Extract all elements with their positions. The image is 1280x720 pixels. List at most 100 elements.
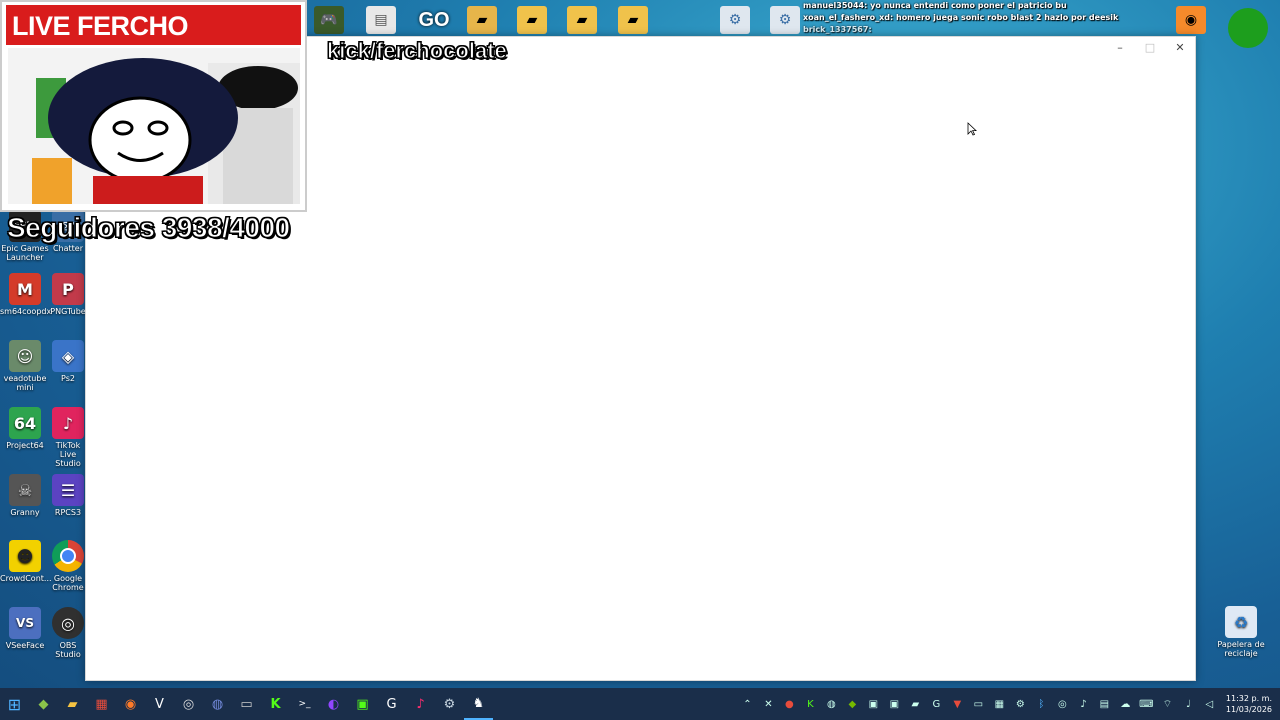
- volume-icon[interactable]: ◁: [1199, 699, 1220, 710]
- app-tray-icon[interactable]: ▣: [863, 699, 884, 710]
- folder-icon[interactable]: ▰: [618, 6, 648, 34]
- maximize-button[interactable]: □: [1135, 37, 1165, 57]
- desktop-icon-chrome[interactable]: Google Chrome: [48, 540, 88, 592]
- minecraft-icon[interactable]: ◆: [29, 688, 58, 720]
- desktop-icon-crowdcontrol[interactable]: ☻ CrowdCont...: [0, 540, 52, 583]
- desktop-icon-label: Epic Games Launcher: [1, 244, 49, 262]
- desktop-icon-recycle-bin[interactable]: ♻ Papelera de reciclaje: [1216, 606, 1266, 658]
- veadotube-icon: ☺: [9, 340, 41, 372]
- reaction-cam-image: [8, 48, 300, 204]
- rpcs3-icon: ☰: [52, 474, 84, 506]
- app-green-icon[interactable]: ▣: [348, 688, 377, 720]
- game-icon[interactable]: 🎮: [314, 6, 344, 34]
- steam-tray-icon[interactable]: ⚙: [1010, 699, 1031, 710]
- desktop-icon-label: CrowdCont...: [0, 574, 52, 583]
- chat-message: xoan_el_fashero_xd: homero juega sonic r…: [803, 13, 1119, 22]
- desktop-icon-veadotube[interactable]: ☺ veadotube mini: [0, 340, 50, 392]
- kick-tray-icon[interactable]: K: [800, 699, 821, 710]
- app-tray-icon[interactable]: ♪: [1073, 699, 1094, 710]
- folder-icon[interactable]: ▰: [517, 6, 547, 34]
- desktop-icon-obs[interactable]: ◎ OBS Studio: [48, 607, 88, 659]
- windows-start-icon[interactable]: ⊞: [0, 688, 29, 720]
- desktop-icon-sm64[interactable]: M sm64coopdx: [0, 273, 52, 316]
- chevron-up-icon[interactable]: ⌃: [737, 699, 758, 710]
- close-button[interactable]: ✕: [1165, 37, 1195, 57]
- desktop-icon-label: VSeeFace: [5, 641, 45, 650]
- desktop-icon-project64[interactable]: 64 Project64: [0, 407, 50, 450]
- pngtube-icon: P: [52, 273, 84, 305]
- discord-tray-icon[interactable]: ◍: [821, 699, 842, 710]
- kick-icon[interactable]: K: [261, 688, 290, 720]
- python-file-icon[interactable]: ⚙: [770, 6, 800, 34]
- folder-icon[interactable]: ▰: [467, 6, 497, 34]
- discord-icon[interactable]: ◍: [203, 688, 232, 720]
- logitech-icon[interactable]: G: [377, 688, 406, 720]
- record-icon[interactable]: ●: [779, 699, 800, 710]
- desktop-icon-label: OBS Studio: [55, 641, 81, 659]
- desktop-icon-label: Granny: [10, 508, 40, 517]
- document-icon[interactable]: ▤: [366, 6, 396, 34]
- window-icon[interactable]: ▭: [232, 688, 261, 720]
- minimize-button[interactable]: –: [1105, 37, 1135, 57]
- folder-icon[interactable]: ▰: [567, 6, 597, 34]
- network-icon[interactable]: ⌔: [1157, 698, 1178, 711]
- twitch-icon[interactable]: ◐: [319, 688, 348, 720]
- desktop-icon-label: Chatter: [52, 244, 84, 253]
- app-tray-icon[interactable]: ☁: [1115, 699, 1136, 710]
- app-tray-icon[interactable]: ▤: [1094, 699, 1115, 710]
- terminal-icon[interactable]: >_: [290, 688, 319, 720]
- app-tray-icon[interactable]: ▭: [968, 699, 989, 710]
- desktop-icon-tiktok[interactable]: ♪ TikTok Live Studio: [48, 407, 88, 468]
- followers-counter: Seguidores 3938/4000: [7, 212, 291, 244]
- desktop-icon-label: TikTok Live Studio: [55, 441, 81, 468]
- chat-message: manuel35044: yo nunca entendi como poner…: [803, 1, 1067, 10]
- chrome-icon: [52, 540, 84, 572]
- app-tray-icon[interactable]: ▼: [947, 699, 968, 710]
- vseeface-icon: VS: [9, 607, 41, 639]
- granny-icon: ☠: [9, 474, 41, 506]
- chat-message: brick_1337567:: [803, 25, 872, 34]
- nvidia-icon[interactable]: ◆: [842, 699, 863, 710]
- tiktok-icon: ♪: [52, 407, 84, 439]
- xbox-icon[interactable]: ✕: [758, 699, 779, 710]
- taskbar-clock[interactable]: 11:32 p. m. 11/03/2026: [1220, 693, 1280, 715]
- app-tray-icon[interactable]: ▦: [989, 699, 1010, 710]
- clock-date: 11/03/2026: [1225, 705, 1272, 714]
- stream-overlay-panel: LIVE FERCHO REACTION: [0, 0, 307, 212]
- active-app-icon[interactable]: ♞: [464, 688, 493, 720]
- app-tray-icon[interactable]: ▣: [884, 699, 905, 710]
- desktop-icon-label: veadotube mini: [3, 374, 47, 392]
- app-icon[interactable]: ▦: [87, 688, 116, 720]
- desktop-icon-rpcs3[interactable]: ☰ RPCS3: [48, 474, 88, 517]
- python-file-icon[interactable]: ⚙: [720, 6, 750, 34]
- desktop-icon-ps2[interactable]: ◈ Ps2: [48, 340, 88, 383]
- go-badge: GO: [418, 8, 450, 31]
- microphone-icon[interactable]: ♩: [1178, 699, 1199, 710]
- desktop-icon-label: sm64coopdx: [0, 307, 52, 316]
- tiktok-icon[interactable]: ♪: [406, 688, 435, 720]
- desktop-icon-vseeface[interactable]: VS VSeeFace: [0, 607, 50, 650]
- file-explorer-icon[interactable]: ▰: [58, 688, 87, 720]
- desktop-icon-granny[interactable]: ☠ Granny: [0, 474, 50, 517]
- bluetooth-icon[interactable]: ᛒ: [1031, 699, 1052, 710]
- green-logo-icon: [1228, 8, 1268, 48]
- desktop-icon-pngtube[interactable]: P PNGTube: [48, 273, 88, 316]
- obs-icon: ◎: [52, 607, 84, 639]
- project64-icon: 64: [9, 407, 41, 439]
- app-tray-icon[interactable]: ▰: [905, 699, 926, 710]
- desktop-icon-label: Papelera de reciclaje: [1217, 640, 1265, 658]
- logitech-tray-icon[interactable]: G: [926, 699, 947, 710]
- desktop-icon-label: Ps2: [61, 374, 75, 383]
- firefox-icon[interactable]: ◉: [1176, 6, 1206, 34]
- mario-icon: M: [9, 273, 41, 305]
- desktop-icon-label: PNGTube: [50, 307, 86, 316]
- mouse-cursor-icon: [967, 122, 977, 136]
- chat-overlay: manuel35044: yo nunca entendi como poner…: [803, 0, 1118, 36]
- steam-icon[interactable]: ⚙: [435, 688, 464, 720]
- obs-icon[interactable]: ◎: [174, 688, 203, 720]
- keyboard-icon[interactable]: ⌨: [1136, 699, 1157, 710]
- firefox-icon[interactable]: ◉: [116, 688, 145, 720]
- overlay-title: LIVE FERCHO REACTION: [6, 5, 301, 83]
- vegas-icon[interactable]: V: [145, 688, 174, 720]
- app-tray-icon[interactable]: ◎: [1052, 699, 1073, 710]
